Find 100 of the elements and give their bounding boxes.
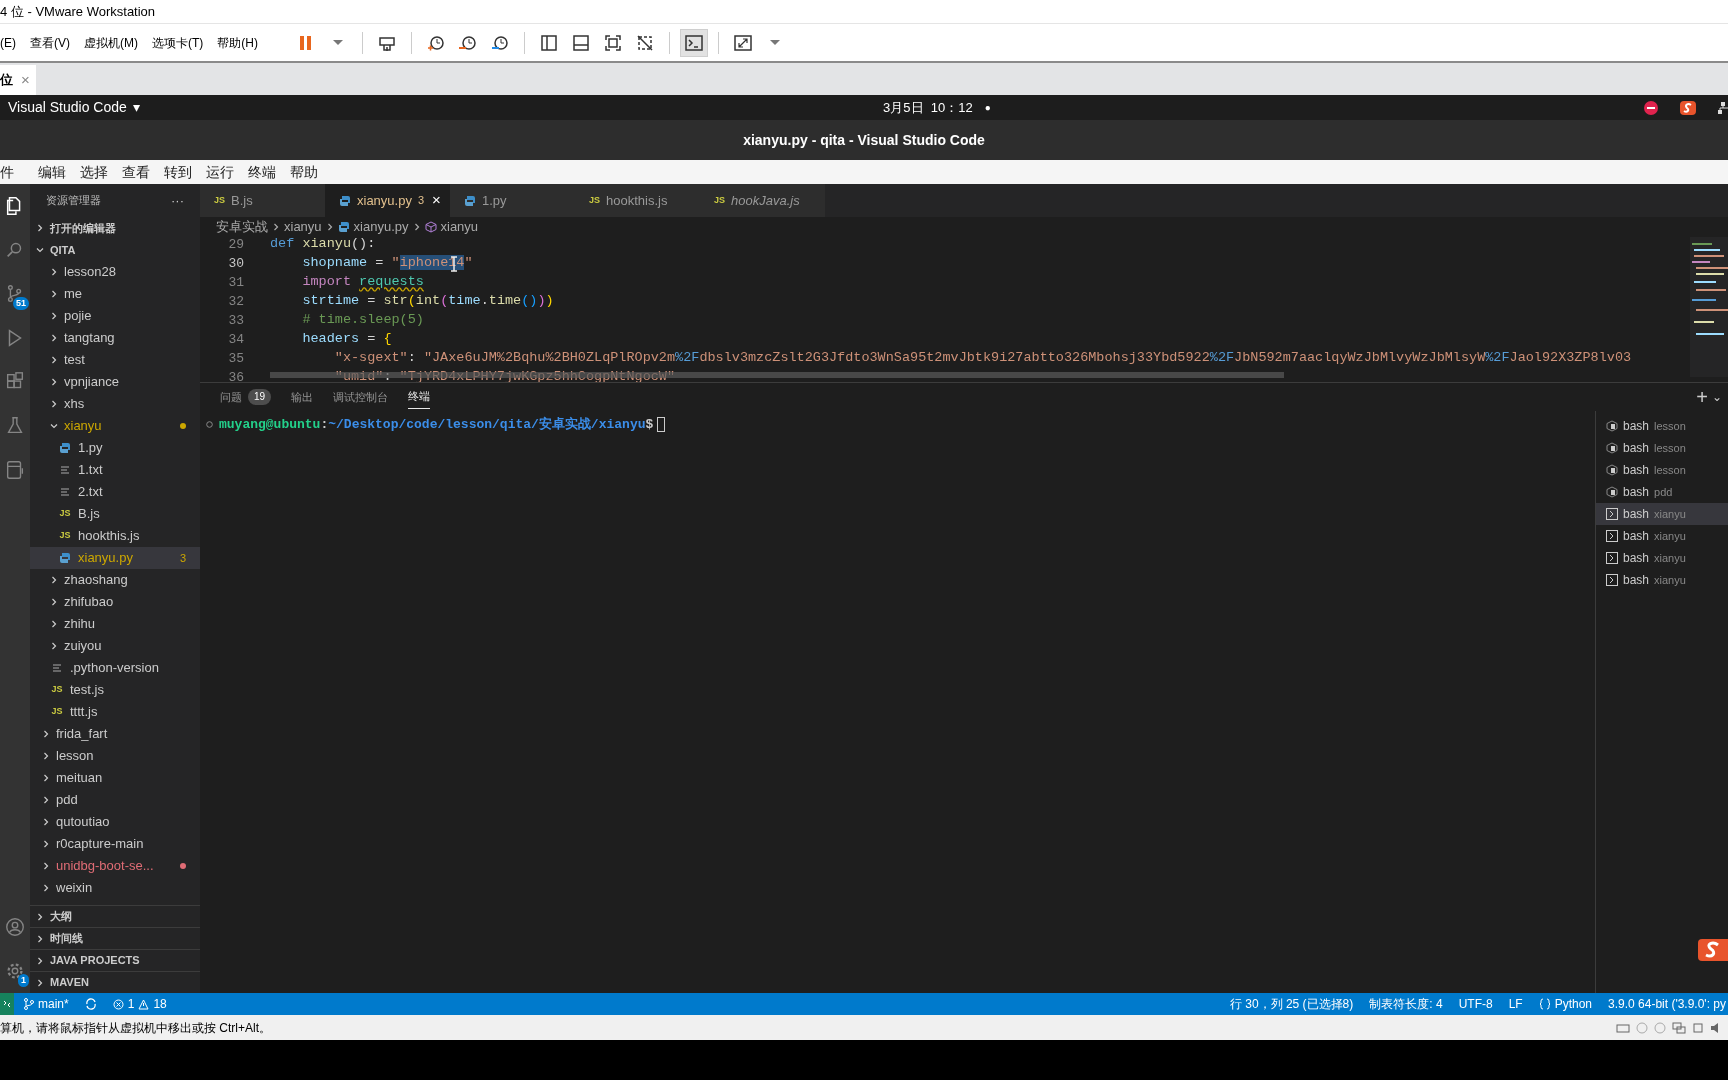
tree-item[interactable]: meituan bbox=[30, 767, 200, 789]
problems-button[interactable]: 1 18 bbox=[112, 995, 167, 1013]
breadcrumb[interactable]: xianyu.py bbox=[337, 217, 409, 237]
interpreter-version[interactable]: 3.9.0 64-bit ('3.9.0': py bbox=[1608, 995, 1726, 1013]
tree-item[interactable]: 1.txt bbox=[30, 459, 200, 481]
branch-button[interactable]: main* bbox=[24, 995, 69, 1013]
encoding[interactable]: UTF-8 bbox=[1458, 995, 1493, 1013]
usb-icon[interactable] bbox=[1692, 1021, 1704, 1034]
tree-item[interactable]: JS tttt.js bbox=[30, 701, 200, 723]
tree-item[interactable]: JS hookthis.js bbox=[30, 525, 200, 547]
menu-item[interactable]: 选择 bbox=[80, 161, 108, 183]
breadcrumb[interactable]: 安卓实战 bbox=[216, 217, 268, 237]
cursor-position[interactable]: 行 30，列 25 (已选择8) bbox=[1229, 995, 1354, 1013]
input-method-icon[interactable] bbox=[1680, 100, 1696, 115]
menu-item[interactable]: 转到 bbox=[164, 161, 192, 183]
tree-item[interactable]: 1.py bbox=[30, 437, 200, 459]
chevron-icon bbox=[36, 934, 44, 943]
panel-tab[interactable]: 终端 bbox=[408, 385, 431, 409]
terminal-tab[interactable]: bash xianyu bbox=[1596, 547, 1728, 569]
panel-tab[interactable]: 问题 19 bbox=[220, 385, 272, 409]
menu-item[interactable]: (E) bbox=[0, 33, 16, 52]
tree-item[interactable]: me bbox=[30, 283, 200, 305]
close-button[interactable]: × bbox=[21, 68, 30, 92]
tree-item[interactable]: zhihu bbox=[30, 613, 200, 635]
code-line: import requests bbox=[301, 273, 424, 292]
vm-tab[interactable]: 位 × bbox=[0, 65, 36, 95]
network-icon[interactable] bbox=[1718, 100, 1728, 115]
tree-item[interactable]: vpnjiance bbox=[30, 371, 200, 393]
tree-item[interactable]: r0capture-main bbox=[30, 833, 200, 855]
minimap[interactable] bbox=[1690, 237, 1728, 377]
window-title: 4 位 - VMware Workstation bbox=[0, 2, 156, 21]
terminal-tab[interactable]: bash lesson bbox=[1596, 415, 1728, 437]
input-method-logo-icon[interactable] bbox=[1698, 937, 1728, 963]
tree-item[interactable]: lesson28 bbox=[30, 261, 200, 283]
line-ending[interactable]: LF bbox=[1508, 995, 1523, 1013]
menu-item[interactable]: 查看(V) bbox=[30, 33, 70, 52]
tree-item[interactable]: JS test.js bbox=[30, 679, 200, 701]
terminal-menu-button[interactable]: ⌄ bbox=[1712, 388, 1722, 406]
breadcrumb[interactable]: xianyu bbox=[284, 217, 322, 237]
close-button[interactable]: × bbox=[432, 189, 441, 212]
panel-tab[interactable]: 输出 bbox=[291, 385, 314, 409]
editor-tab[interactable]: xianyu.py 3 × bbox=[325, 184, 450, 217]
remote-indicator[interactable] bbox=[0, 993, 14, 1015]
section-header[interactable]: JAVA PROJECTS bbox=[30, 949, 200, 971]
tree-item[interactable]: xianyu bbox=[30, 415, 200, 437]
menu-item[interactable]: 终端 bbox=[248, 161, 276, 183]
toolbar-button[interactable] bbox=[680, 28, 708, 57]
tree-item[interactable]: weixin bbox=[30, 877, 200, 899]
menu-item[interactable]: 虚拟机(M) bbox=[84, 33, 138, 52]
account-icon[interactable] bbox=[4, 916, 26, 938]
tree-item[interactable]: qutoutiao bbox=[30, 811, 200, 833]
editor-tab[interactable]: 1.py bbox=[450, 184, 575, 217]
panel-left-icon bbox=[539, 32, 559, 53]
section-header[interactable]: 打开的编辑器 bbox=[30, 217, 200, 239]
sync-icon[interactable] bbox=[84, 998, 97, 1010]
breadcrumb[interactable]: xianyu bbox=[424, 217, 479, 237]
tree-item[interactable]: tangtang bbox=[30, 327, 200, 349]
menu-item[interactable]: 帮助 bbox=[290, 161, 318, 183]
panel-tab[interactable]: 调试控制台 bbox=[333, 385, 389, 409]
terminal-tab[interactable]: bash xianyu bbox=[1596, 525, 1728, 547]
section-header[interactable]: 时间线 bbox=[30, 927, 200, 949]
tree-item[interactable]: frida_fart bbox=[30, 723, 200, 745]
panel-bottom-icon bbox=[571, 32, 591, 53]
tree-item[interactable]: xianyu.py 3 bbox=[30, 547, 200, 569]
tree-item[interactable]: zhifubao bbox=[30, 591, 200, 613]
app-menu[interactable]: Visual Studio Code ▾ bbox=[8, 97, 140, 118]
menu-item[interactable]: 件 bbox=[0, 161, 14, 183]
tree-item[interactable]: .python-version bbox=[30, 657, 200, 679]
terminal-tab[interactable]: bash xianyu bbox=[1596, 569, 1728, 591]
network-adapter-icon[interactable] bbox=[1672, 1021, 1686, 1034]
clock[interactable]: 3月5日 10：12 bbox=[883, 97, 973, 118]
menu-item[interactable]: 查看 bbox=[122, 161, 150, 183]
language-mode[interactable]: Python bbox=[1538, 995, 1592, 1013]
new-terminal-button[interactable]: + bbox=[1696, 382, 1708, 412]
terminal-tab[interactable]: bash lesson bbox=[1596, 437, 1728, 459]
editor-tab[interactable]: JS B.js bbox=[200, 184, 325, 217]
section-header[interactable]: QITA bbox=[30, 239, 200, 261]
tree-item[interactable]: lesson bbox=[30, 745, 200, 767]
tree-item[interactable]: pojie bbox=[30, 305, 200, 327]
menu-item[interactable]: 编辑 bbox=[38, 161, 66, 183]
menu-item[interactable]: 运行 bbox=[206, 161, 234, 183]
indentation-setting[interactable]: 制表符长度: 4 bbox=[1369, 995, 1443, 1013]
tree-item[interactable]: zuiyou bbox=[30, 635, 200, 657]
section-header[interactable]: 大纲 bbox=[30, 905, 200, 927]
more-button[interactable]: ··· bbox=[171, 190, 184, 211]
tree-item[interactable]: pdd bbox=[30, 789, 200, 811]
terminal-tab[interactable]: bash pdd bbox=[1596, 481, 1728, 503]
editor-tab[interactable]: JS hookthis.js bbox=[575, 184, 700, 217]
tree-item[interactable]: 2.txt bbox=[30, 481, 200, 503]
tree-item[interactable]: unidbg-boot-se... bbox=[30, 855, 200, 877]
tree-item[interactable]: zhaoshang bbox=[30, 569, 200, 591]
terminal-tab[interactable]: bash xianyu bbox=[1596, 503, 1728, 525]
tree-item[interactable]: xhs bbox=[30, 393, 200, 415]
editor-tab[interactable]: JS hookJava.js bbox=[700, 184, 825, 217]
terminal-tab[interactable]: bash lesson bbox=[1596, 459, 1728, 481]
tree-item[interactable]: test bbox=[30, 349, 200, 371]
menu-item[interactable]: 选项卡(T) bbox=[152, 33, 204, 52]
do-not-disturb-icon[interactable] bbox=[1644, 100, 1658, 115]
menu-item[interactable]: 帮助(H) bbox=[217, 33, 258, 52]
tree-item[interactable]: JS B.js bbox=[30, 503, 200, 525]
